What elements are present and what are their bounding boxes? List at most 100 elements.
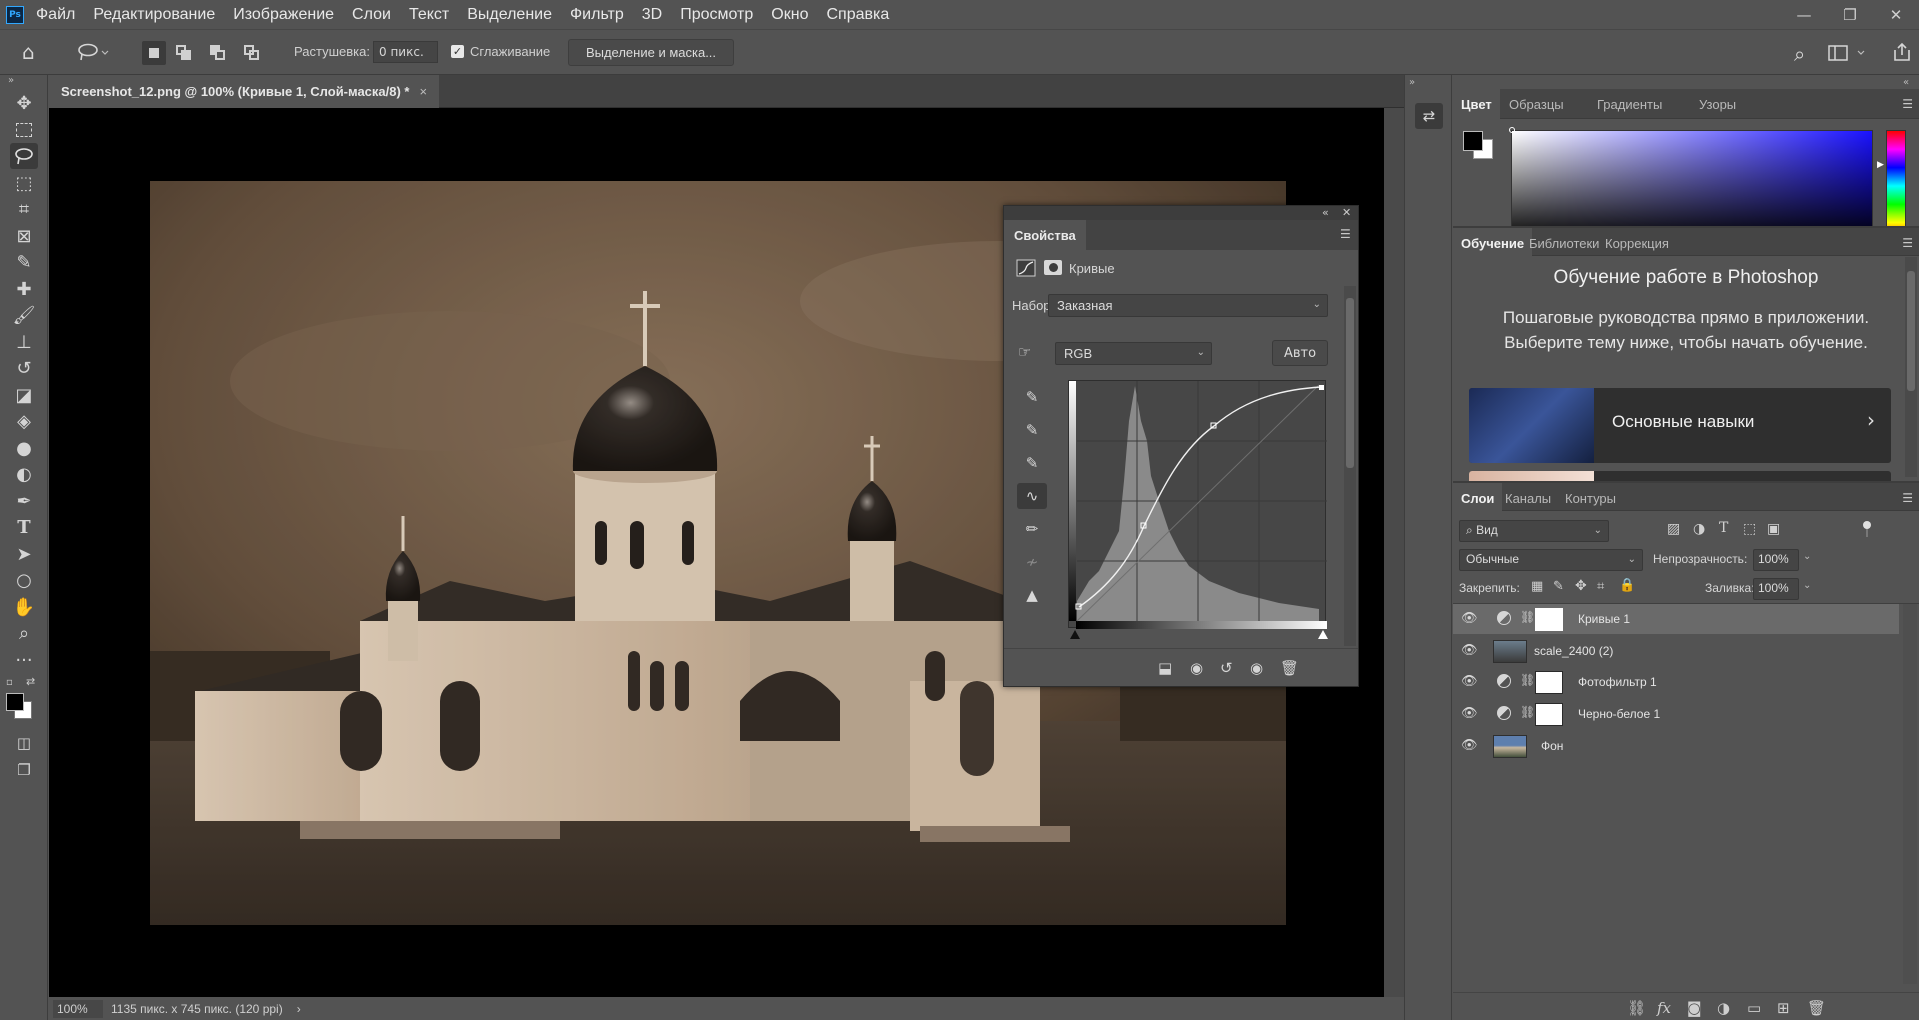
visibility-eye-icon[interactable]: 👁	[1461, 674, 1478, 689]
reset-adjustment-icon[interactable]: ↺	[1220, 659, 1233, 677]
filter-shape-icon[interactable]: ⬚	[1743, 521, 1756, 537]
close-document-icon[interactable]: ×	[420, 84, 428, 99]
hue-slider-handle[interactable]: ▶	[1877, 160, 1884, 170]
document-tab[interactable]: Screenshot_12.png @ 100% (Кривые 1, Слой…	[49, 75, 440, 108]
chevron-down-icon[interactable]: ⌄	[1803, 580, 1811, 591]
smoothing-checkbox[interactable]: ✓	[451, 45, 464, 58]
layer-row-curves[interactable]: 👁 ⛓ Кривые 1	[1453, 604, 1899, 634]
lock-pixels-icon[interactable]: ✎	[1553, 579, 1564, 594]
add-mask-icon[interactable]: ◙	[1687, 999, 1702, 1017]
tab-swatches[interactable]: Образцы	[1501, 89, 1572, 119]
pen-tool-icon[interactable]: ✒	[10, 488, 38, 514]
lasso-tool-preset-icon[interactable]	[76, 42, 110, 64]
color-panel-menu-icon[interactable]: ☰	[1902, 97, 1913, 111]
layers-panel-menu-icon[interactable]: ☰	[1902, 491, 1913, 505]
eraser-tool-icon[interactable]: ◪	[10, 382, 38, 408]
toggle-visibility-icon[interactable]: ◉	[1250, 659, 1263, 677]
lasso-tool-icon[interactable]	[10, 143, 38, 169]
select-and-mask-button[interactable]: Выделение и маска...	[568, 39, 734, 66]
crop-tool-icon[interactable]: ⌗	[10, 196, 38, 222]
white-input-slider[interactable]	[1318, 630, 1328, 639]
black-point-eyedropper-icon[interactable]: ✎	[1017, 384, 1047, 410]
subtract-selection-button[interactable]	[206, 41, 230, 65]
new-selection-button[interactable]	[142, 41, 166, 65]
minimize-button[interactable]: —	[1781, 0, 1827, 29]
close-button[interactable]: ✕	[1873, 0, 1919, 29]
eyedropper-tool-icon[interactable]: ✎	[10, 249, 38, 275]
canvas-scrollbar[interactable]	[1384, 108, 1404, 997]
learn-card-fundamentals[interactable]: Основные навыки ›	[1469, 388, 1891, 463]
tab-libraries[interactable]: Библиотеки	[1521, 228, 1607, 258]
link-chain-icon[interactable]: ⛓	[1520, 610, 1535, 624]
intersect-selection-button[interactable]	[240, 41, 264, 65]
share-icon[interactable]	[1892, 42, 1912, 62]
layer-mask-thumbnail[interactable]	[1535, 703, 1563, 726]
expand-toolbar-icon[interactable]: »	[8, 75, 14, 86]
white-point-eyedropper-icon[interactable]: ✎	[1017, 450, 1047, 476]
filter-adjustment-icon[interactable]: ◑	[1693, 521, 1705, 537]
layer-mask-thumbnail[interactable]	[1535, 608, 1563, 631]
default-colors-icon[interactable]: ▫	[6, 677, 13, 688]
add-selection-button[interactable]	[172, 41, 196, 65]
menu-edit[interactable]: Редактирование	[93, 6, 215, 24]
menu-help[interactable]: Справка	[826, 6, 889, 24]
expand-panels-icon[interactable]: »	[1409, 77, 1415, 88]
chevron-down-icon[interactable]: ⌄	[1803, 551, 1811, 562]
link-layers-icon[interactable]: ⛓	[1627, 999, 1646, 1017]
auto-button[interactable]: Авто	[1272, 340, 1328, 366]
new-group-icon[interactable]: ▭	[1747, 999, 1761, 1017]
clone-stamp-tool-icon[interactable]: ⊥	[10, 329, 38, 355]
new-layer-icon[interactable]: ⊞	[1777, 999, 1790, 1017]
collapse-panel-icon[interactable]: «	[1322, 206, 1329, 219]
tab-adjustments[interactable]: Коррекция	[1597, 228, 1677, 258]
collapse-panels-icon[interactable]: «	[1903, 77, 1909, 88]
menu-window[interactable]: Окно	[771, 6, 808, 24]
marquee-tool-icon[interactable]	[10, 117, 38, 143]
menu-type[interactable]: Текст	[409, 6, 449, 24]
delete-layer-icon[interactable]: 🗑	[1807, 999, 1826, 1017]
close-panel-icon[interactable]: ✕	[1342, 206, 1351, 219]
tab-gradients[interactable]: Градиенты	[1589, 89, 1670, 119]
layer-row-photo-filter[interactable]: 👁 ⛓ Фотофильтр 1	[1453, 667, 1899, 697]
home-icon[interactable]: ⌂	[22, 40, 35, 64]
visibility-eye-icon[interactable]: 👁	[1461, 738, 1478, 753]
layers-scrollbar[interactable]	[1903, 604, 1917, 984]
tab-properties[interactable]: Свойства	[1004, 220, 1086, 250]
properties-scrollbar[interactable]	[1344, 286, 1356, 646]
visibility-eye-icon[interactable]: 👁	[1461, 643, 1478, 658]
foreground-color-swatch[interactable]	[6, 693, 24, 711]
layer-filter-dropdown[interactable]: ⌕ Вид ⌄	[1459, 520, 1609, 542]
healing-brush-tool-icon[interactable]: ✚	[10, 276, 38, 302]
workspace-icon[interactable]	[1828, 45, 1870, 63]
layer-name[interactable]: scale_2400 (2)	[1534, 644, 1613, 658]
ellipse-tool-icon[interactable]: ○	[10, 567, 38, 593]
view-previous-state-icon[interactable]: ◉	[1190, 659, 1203, 677]
opacity-input[interactable]: 100%	[1753, 549, 1799, 571]
layer-row-smart-object[interactable]: 👁 scale_2400 (2)	[1453, 636, 1899, 666]
filter-smart-object-icon[interactable]: ▣	[1767, 521, 1780, 537]
swap-colors-icon[interactable]: ⇄	[26, 675, 35, 688]
menu-view[interactable]: Просмотр	[680, 6, 753, 24]
visibility-eye-icon[interactable]: 👁	[1461, 611, 1478, 626]
curves-adjustment-icon[interactable]	[1016, 259, 1036, 277]
history-panel-icon[interactable]: ⇄	[1415, 103, 1443, 129]
layer-thumbnail[interactable]	[1493, 640, 1527, 663]
layer-mask-icon[interactable]	[1044, 260, 1062, 275]
layer-style-icon[interactable]: fx	[1657, 999, 1671, 1017]
gray-point-eyedropper-icon[interactable]: ✎	[1017, 417, 1047, 443]
preset-dropdown[interactable]: Заказная ⌄	[1048, 294, 1328, 317]
menu-layer[interactable]: Слои	[352, 6, 391, 24]
tab-layers[interactable]: Слои	[1453, 483, 1503, 513]
tab-patterns[interactable]: Узоры	[1691, 89, 1744, 119]
delete-adjustment-icon[interactable]: 🗑	[1280, 659, 1299, 677]
path-selection-tool-icon[interactable]: ➤	[10, 541, 38, 567]
blend-mode-dropdown[interactable]: Обычные ⌄	[1459, 549, 1643, 571]
link-chain-icon[interactable]: ⛓	[1520, 705, 1535, 719]
screen-mode-icon[interactable]: ❐	[10, 757, 38, 783]
move-tool-icon[interactable]: ✥	[10, 90, 38, 116]
layer-row-background[interactable]: 👁 Фон	[1453, 731, 1899, 761]
layer-name[interactable]: Фотофильтр 1	[1578, 675, 1657, 689]
more-tools-icon[interactable]: ···	[10, 647, 38, 673]
zoom-level[interactable]: 100%	[53, 999, 103, 1018]
layer-name[interactable]: Черно-белое 1	[1578, 707, 1660, 721]
